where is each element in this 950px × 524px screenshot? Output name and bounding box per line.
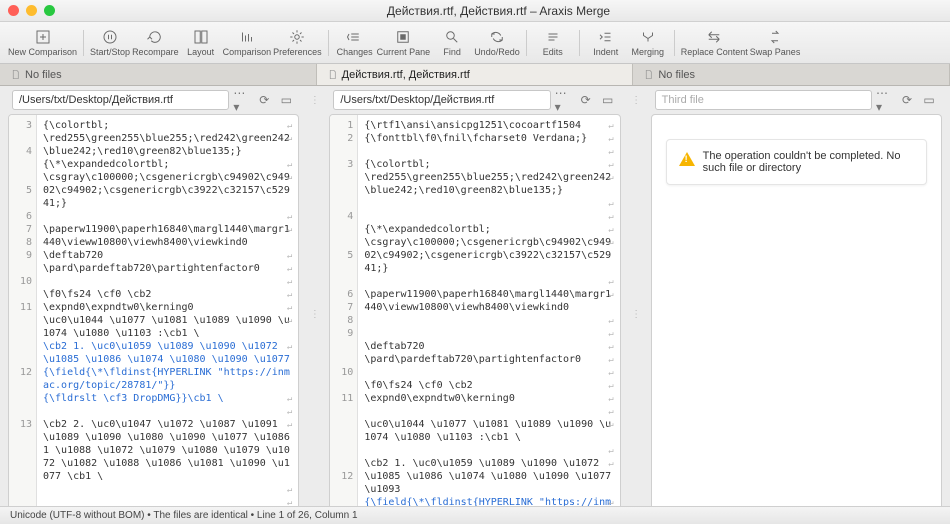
window-controls [8, 5, 55, 16]
close-window[interactable] [8, 5, 19, 16]
path-reload-right[interactable]: ⟳ [898, 91, 916, 109]
recompare-button[interactable]: Recompare [132, 24, 179, 62]
layout-button[interactable]: Layout [181, 24, 221, 62]
line-gutter-center: 12 3 4 5 6789 10 11 12 [330, 115, 358, 513]
document-icon [327, 69, 338, 80]
path-reload-center[interactable]: ⟳ [577, 91, 595, 109]
path-input-right[interactable]: Third file [655, 90, 872, 110]
tab-bar: No files Действия.rtf, Действия.rtf No f… [0, 64, 950, 86]
path-reload-left[interactable]: ⟳ [255, 91, 273, 109]
status-bar: Unicode (UTF-8 without BOM) • The files … [0, 506, 950, 524]
zoom-window[interactable] [44, 5, 55, 16]
pane-divider[interactable]: ⋮ [307, 95, 321, 106]
warning-icon [679, 152, 695, 166]
warning-text: The operation couldn't be completed. No … [703, 150, 914, 174]
path-dropdown-right[interactable]: ⋯▾ [876, 91, 894, 109]
undo-redo-button[interactable]: Undo/Redo [474, 24, 520, 62]
start-stop-button[interactable]: Start/Stop [90, 24, 130, 62]
current-pane-button[interactable]: Current Pane [377, 24, 431, 62]
path-dropdown-left[interactable]: ⋯▾ [233, 91, 251, 109]
pane-splitter[interactable]: ⋮ [629, 114, 643, 514]
path-input-left[interactable]: /Users/txt/Desktop/Действия.rtf [12, 90, 229, 110]
compare-panes: 3 4 5 6789 10 11 12 13 {\colortbl;↵\red2… [0, 114, 950, 514]
changes-button[interactable]: Changes [335, 24, 375, 62]
pane-splitter[interactable]: ⋮ [307, 114, 321, 514]
swap-panes-button[interactable]: Swap Panes [750, 24, 801, 62]
minimize-window[interactable] [26, 5, 37, 16]
indent-button[interactable]: Indent [586, 24, 626, 62]
toolbar: New Comparison Start/Stop Recompare Layo… [0, 22, 950, 64]
pane-divider[interactable]: ⋮ [629, 95, 643, 106]
line-gutter-left: 3 4 5 6789 10 11 12 13 [9, 115, 37, 513]
pane-center: 12 3 4 5 6789 10 11 12 {\rtf1\ansi\ansic… [329, 114, 620, 514]
path-dropdown-center[interactable]: ⋯▾ [555, 91, 573, 109]
comparison-button[interactable]: Comparison [223, 24, 272, 62]
tab-center[interactable]: Действия.rtf, Действия.rtf [317, 64, 634, 85]
path-bar: /Users/txt/Desktop/Действия.rtf ⋯▾ ⟳ ▭ ⋮… [0, 86, 950, 114]
path-input-center[interactable]: /Users/txt/Desktop/Действия.rtf [333, 90, 550, 110]
pane-left: 3 4 5 6789 10 11 12 13 {\colortbl;↵\red2… [8, 114, 299, 514]
code-view-left[interactable]: {\colortbl;↵\red255\green255\blue255;\re… [37, 115, 298, 513]
preferences-button[interactable]: Preferences [273, 24, 322, 62]
window-title: Действия.rtf, Действия.rtf – Araxis Merg… [55, 4, 942, 18]
edits-button[interactable]: Edits [533, 24, 573, 62]
tab-left[interactable]: No files [0, 64, 317, 85]
document-icon [643, 69, 654, 80]
path-browse-center[interactable]: ▭ [599, 91, 617, 109]
warning-box: The operation couldn't be completed. No … [666, 139, 927, 185]
merging-button[interactable]: Merging [628, 24, 668, 62]
titlebar: Действия.rtf, Действия.rtf – Araxis Merg… [0, 0, 950, 22]
pane-right: The operation couldn't be completed. No … [651, 114, 942, 514]
document-icon [10, 69, 21, 80]
find-button[interactable]: Find [432, 24, 472, 62]
new-comparison-button[interactable]: New Comparison [8, 24, 77, 62]
path-browse-left[interactable]: ▭ [277, 91, 295, 109]
replace-content-button[interactable]: Replace Content [681, 24, 748, 62]
path-browse-right[interactable]: ▭ [920, 91, 938, 109]
code-view-center[interactable]: {\rtf1\ansi\ansicpg1251\cocoartf1504↵{\f… [358, 115, 619, 513]
tab-right[interactable]: No files [633, 64, 950, 85]
